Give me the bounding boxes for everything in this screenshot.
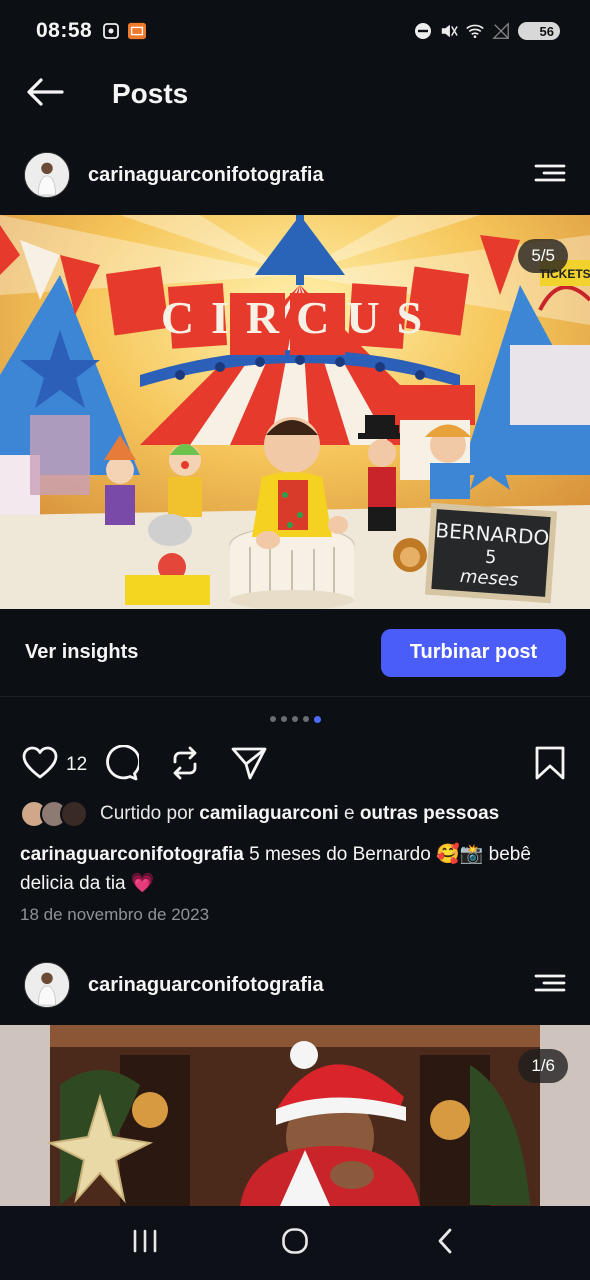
post-date: 18 de novembro de 2023 [20,905,210,924]
share-button[interactable] [229,745,269,785]
menu-lines-icon [534,973,566,998]
view-insights-link[interactable]: Ver insights [25,641,138,664]
chevron-left-icon [435,1227,455,1260]
post-menu-button[interactable] [530,965,570,1005]
carousel-counter: 1/6 [518,1049,568,1083]
bookmark-outline-icon [535,746,565,785]
speech-bubble-icon [103,744,142,786]
liked-by-others[interactable]: outras pessoas [360,803,499,825]
carousel-dots [0,715,590,723]
post-caption: carinaguarconifotografia 5 meses do Bern… [20,840,570,898]
post-actions: 12 [0,740,590,790]
page-title: Posts [112,78,189,109]
post-image[interactable]: CIRCUS TICKETS BERNARDO 5 meses 5/5 [0,215,590,609]
liked-by-joiner: e [343,803,355,824]
paper-plane-icon [231,746,267,785]
arrow-left-icon [26,77,64,112]
carousel-dot [269,716,276,722]
do-not-disturb-icon [414,22,432,40]
status-system-icons: 56 [414,22,560,40]
system-navigation-bar [0,1206,590,1280]
liked-by-user[interactable]: camilaguarconi [199,803,338,825]
recent-apps-icon [132,1229,158,1258]
post-header: carinaguarconifotografia [0,950,590,1020]
liker-avatar [60,800,88,828]
like-count[interactable]: 12 [66,754,87,776]
carousel-counter: 5/5 [518,239,568,273]
comment-button[interactable] [101,744,142,786]
liker-avatars [20,800,88,828]
save-button[interactable] [530,745,570,785]
avatar[interactable] [24,152,70,198]
boost-post-button[interactable]: Turbinar post [381,628,566,677]
like-button[interactable] [20,745,60,785]
status-notification-icons [102,22,147,40]
post-username[interactable]: carinaguarconifotografia [88,164,324,187]
back-button[interactable] [0,62,90,126]
carousel-dot [280,716,287,722]
status-bar: 08:58 56 [0,0,590,62]
battery-indicator: 56 [518,22,560,40]
post-image[interactable]: 1/6 [0,1025,590,1206]
carousel-dot-active [313,715,321,723]
menu-lines-icon [534,163,566,188]
circus-photo: CIRCUS TICKETS BERNARDO 5 meses [0,215,590,609]
insights-row: Ver insights Turbinar post [0,609,590,697]
home-button[interactable] [265,1213,325,1273]
wifi-icon [466,22,484,40]
post-header: carinaguarconifotografia [0,140,590,210]
post-username[interactable]: carinaguarconifotografia [88,974,324,997]
repost-button[interactable] [165,745,205,785]
circus-banner-text: CIRCUS [161,292,439,343]
carousel-dot [302,716,309,722]
home-circle-icon [281,1227,309,1260]
repost-arrows-icon [169,746,201,785]
system-back-button[interactable] [415,1213,475,1273]
mute-icon [440,22,458,40]
app-header: Posts [0,62,590,126]
chalkboard-text-unit: meses [459,566,519,591]
recent-apps-button[interactable] [115,1213,175,1273]
heart-outline-icon [22,746,58,785]
christmas-photo [0,1025,590,1206]
liked-by-prefix: Curtido por [100,803,194,824]
status-time: 08:58 [36,19,93,42]
post-menu-button[interactable] [530,155,570,195]
signal-icon [492,22,510,40]
carousel-dot [291,716,298,722]
caption-username[interactable]: carinaguarconifotografia [20,844,244,865]
avatar[interactable] [24,962,70,1008]
app-notification-icon [128,22,147,40]
screenshot-icon [102,22,120,40]
liked-by-row[interactable]: Curtido por camilaguarconi e outras pess… [20,800,499,828]
chalkboard-text-number: 5 [484,547,497,569]
